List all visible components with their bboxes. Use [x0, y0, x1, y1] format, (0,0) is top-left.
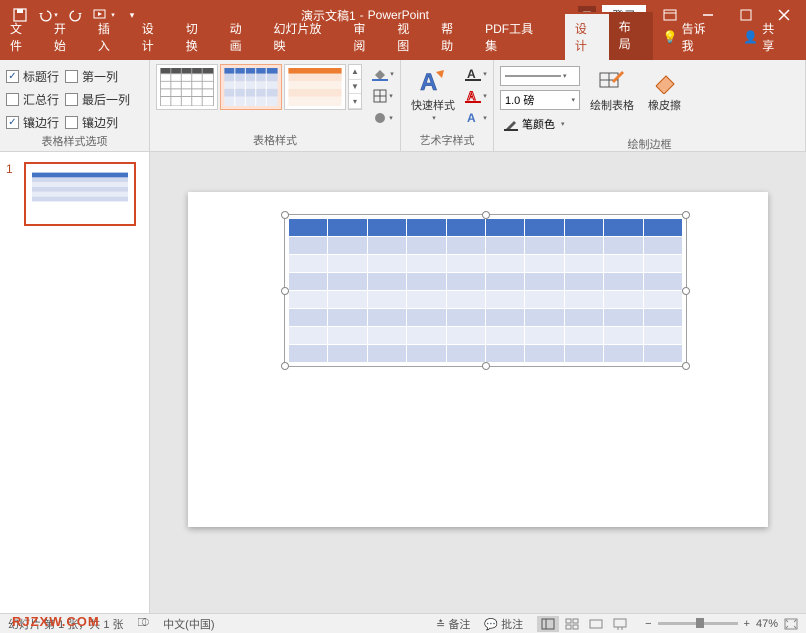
quick-styles-button[interactable]: A 快速样式 ▾ — [407, 64, 459, 124]
person-icon: 👤 — [743, 30, 758, 44]
resize-handle[interactable] — [482, 211, 490, 219]
spellcheck-icon[interactable]: ⎄ — [138, 617, 150, 630]
gallery-scroll[interactable]: ▲▼▾ — [348, 64, 362, 110]
pen-color-button[interactable]: 笔颜色▾ — [500, 114, 580, 134]
draw-table-icon — [596, 66, 628, 98]
eraser-icon — [649, 66, 681, 98]
tab-table-design[interactable]: 设计 — [565, 12, 609, 60]
text-fill-button[interactable]: A▾ — [465, 64, 487, 84]
slide-thumbnail[interactable]: 1 — [6, 162, 143, 226]
table-style-item[interactable] — [220, 64, 282, 110]
slide-number: 1 — [6, 162, 18, 226]
table-object[interactable] — [288, 218, 683, 363]
selection-frame — [284, 214, 687, 367]
tab-design[interactable]: 设计 — [132, 14, 176, 60]
tab-table-layout[interactable]: 布局 — [609, 12, 653, 60]
zoom-in-button[interactable]: + — [744, 618, 750, 630]
wordart-icon: A — [417, 66, 449, 98]
sorter-view-button[interactable] — [561, 616, 583, 632]
table-styles-label: 表格样式 — [156, 130, 394, 151]
text-outline-button[interactable]: A▾ — [465, 86, 487, 106]
tab-help[interactable]: 帮助 — [431, 14, 475, 60]
resize-handle[interactable] — [682, 362, 690, 370]
slide-canvas[interactable] — [188, 192, 768, 527]
slide-thumbnail-panel[interactable]: 1 RJZXW.COM — [0, 152, 150, 613]
tell-me-button[interactable]: 💡告诉我 — [653, 14, 728, 60]
tab-review[interactable]: 审阅 — [343, 14, 387, 60]
comments-button[interactable]: 💬 批注 — [484, 616, 523, 632]
gallery-more-icon[interactable]: ▾ — [349, 94, 361, 109]
tab-home[interactable]: 开始 — [44, 14, 88, 60]
wordart-styles-label: 艺术字样式 — [407, 130, 487, 151]
pen-icon — [504, 117, 518, 131]
banded-rows-checkbox[interactable]: ✓镶边行 — [6, 114, 59, 131]
table-style-options-label: 表格样式选项 — [6, 131, 143, 152]
tab-slideshow[interactable]: 幻灯片放映 — [264, 14, 344, 60]
tab-animations[interactable]: 动画 — [220, 14, 264, 60]
tab-transitions[interactable]: 切换 — [176, 14, 220, 60]
gallery-down-icon[interactable]: ▼ — [349, 80, 361, 95]
slide-canvas-area[interactable] — [150, 152, 806, 613]
eraser-button[interactable]: 橡皮擦 — [644, 64, 685, 114]
pen-style-combo[interactable]: ▾ — [500, 66, 580, 86]
resize-handle[interactable] — [281, 362, 289, 370]
gallery-up-icon[interactable]: ▲ — [349, 65, 361, 80]
tab-file[interactable]: 文件 — [0, 14, 44, 60]
pen-weight-combo[interactable]: 1.0 磅▾ — [500, 90, 580, 110]
normal-view-button[interactable] — [537, 616, 559, 632]
zoom-out-button[interactable]: − — [645, 618, 651, 630]
tab-pdf[interactable]: PDF工具集 — [475, 14, 555, 60]
table-style-item[interactable] — [156, 64, 218, 110]
resize-handle[interactable] — [682, 287, 690, 295]
zoom-slider[interactable] — [658, 622, 738, 625]
effects-button[interactable]: ▾ — [372, 108, 394, 128]
resize-handle[interactable] — [682, 211, 690, 219]
table-styles-gallery[interactable]: ▲▼▾ — [156, 64, 362, 110]
language-label[interactable]: 中文(中国) — [163, 616, 214, 632]
svg-text:A: A — [420, 69, 437, 96]
table-style-item[interactable] — [284, 64, 346, 110]
draw-table-button[interactable]: 绘制表格 — [586, 64, 638, 114]
tab-view[interactable]: 视图 — [387, 14, 431, 60]
slideshow-view-button[interactable] — [609, 616, 631, 632]
notes-button[interactable]: ≛ 备注 — [436, 616, 470, 632]
resize-handle[interactable] — [482, 362, 490, 370]
text-effects-button[interactable]: A▾ — [465, 108, 487, 128]
zoom-percent[interactable]: 47% — [756, 618, 778, 630]
last-column-checkbox[interactable]: 最后一列 — [65, 91, 130, 108]
banded-columns-checkbox[interactable]: 镶边列 — [65, 114, 130, 131]
reading-view-button[interactable] — [585, 616, 607, 632]
tab-insert[interactable]: 插入 — [88, 14, 132, 60]
share-button[interactable]: 👤共享 — [733, 14, 796, 60]
borders-button[interactable]: ▾ — [372, 86, 394, 106]
bulb-icon: 💡 — [663, 30, 678, 44]
svg-text:A: A — [467, 111, 476, 125]
svg-text:A: A — [467, 67, 476, 81]
resize-handle[interactable] — [281, 287, 289, 295]
first-column-checkbox[interactable]: 第一列 — [65, 68, 130, 85]
fit-window-button[interactable] — [784, 618, 798, 630]
header-row-checkbox[interactable]: ✓标题行 — [6, 68, 59, 85]
total-row-checkbox[interactable]: 汇总行 — [6, 91, 59, 108]
shading-button[interactable]: ▾ — [372, 64, 394, 84]
svg-text:A: A — [467, 89, 476, 103]
resize-handle[interactable] — [281, 211, 289, 219]
